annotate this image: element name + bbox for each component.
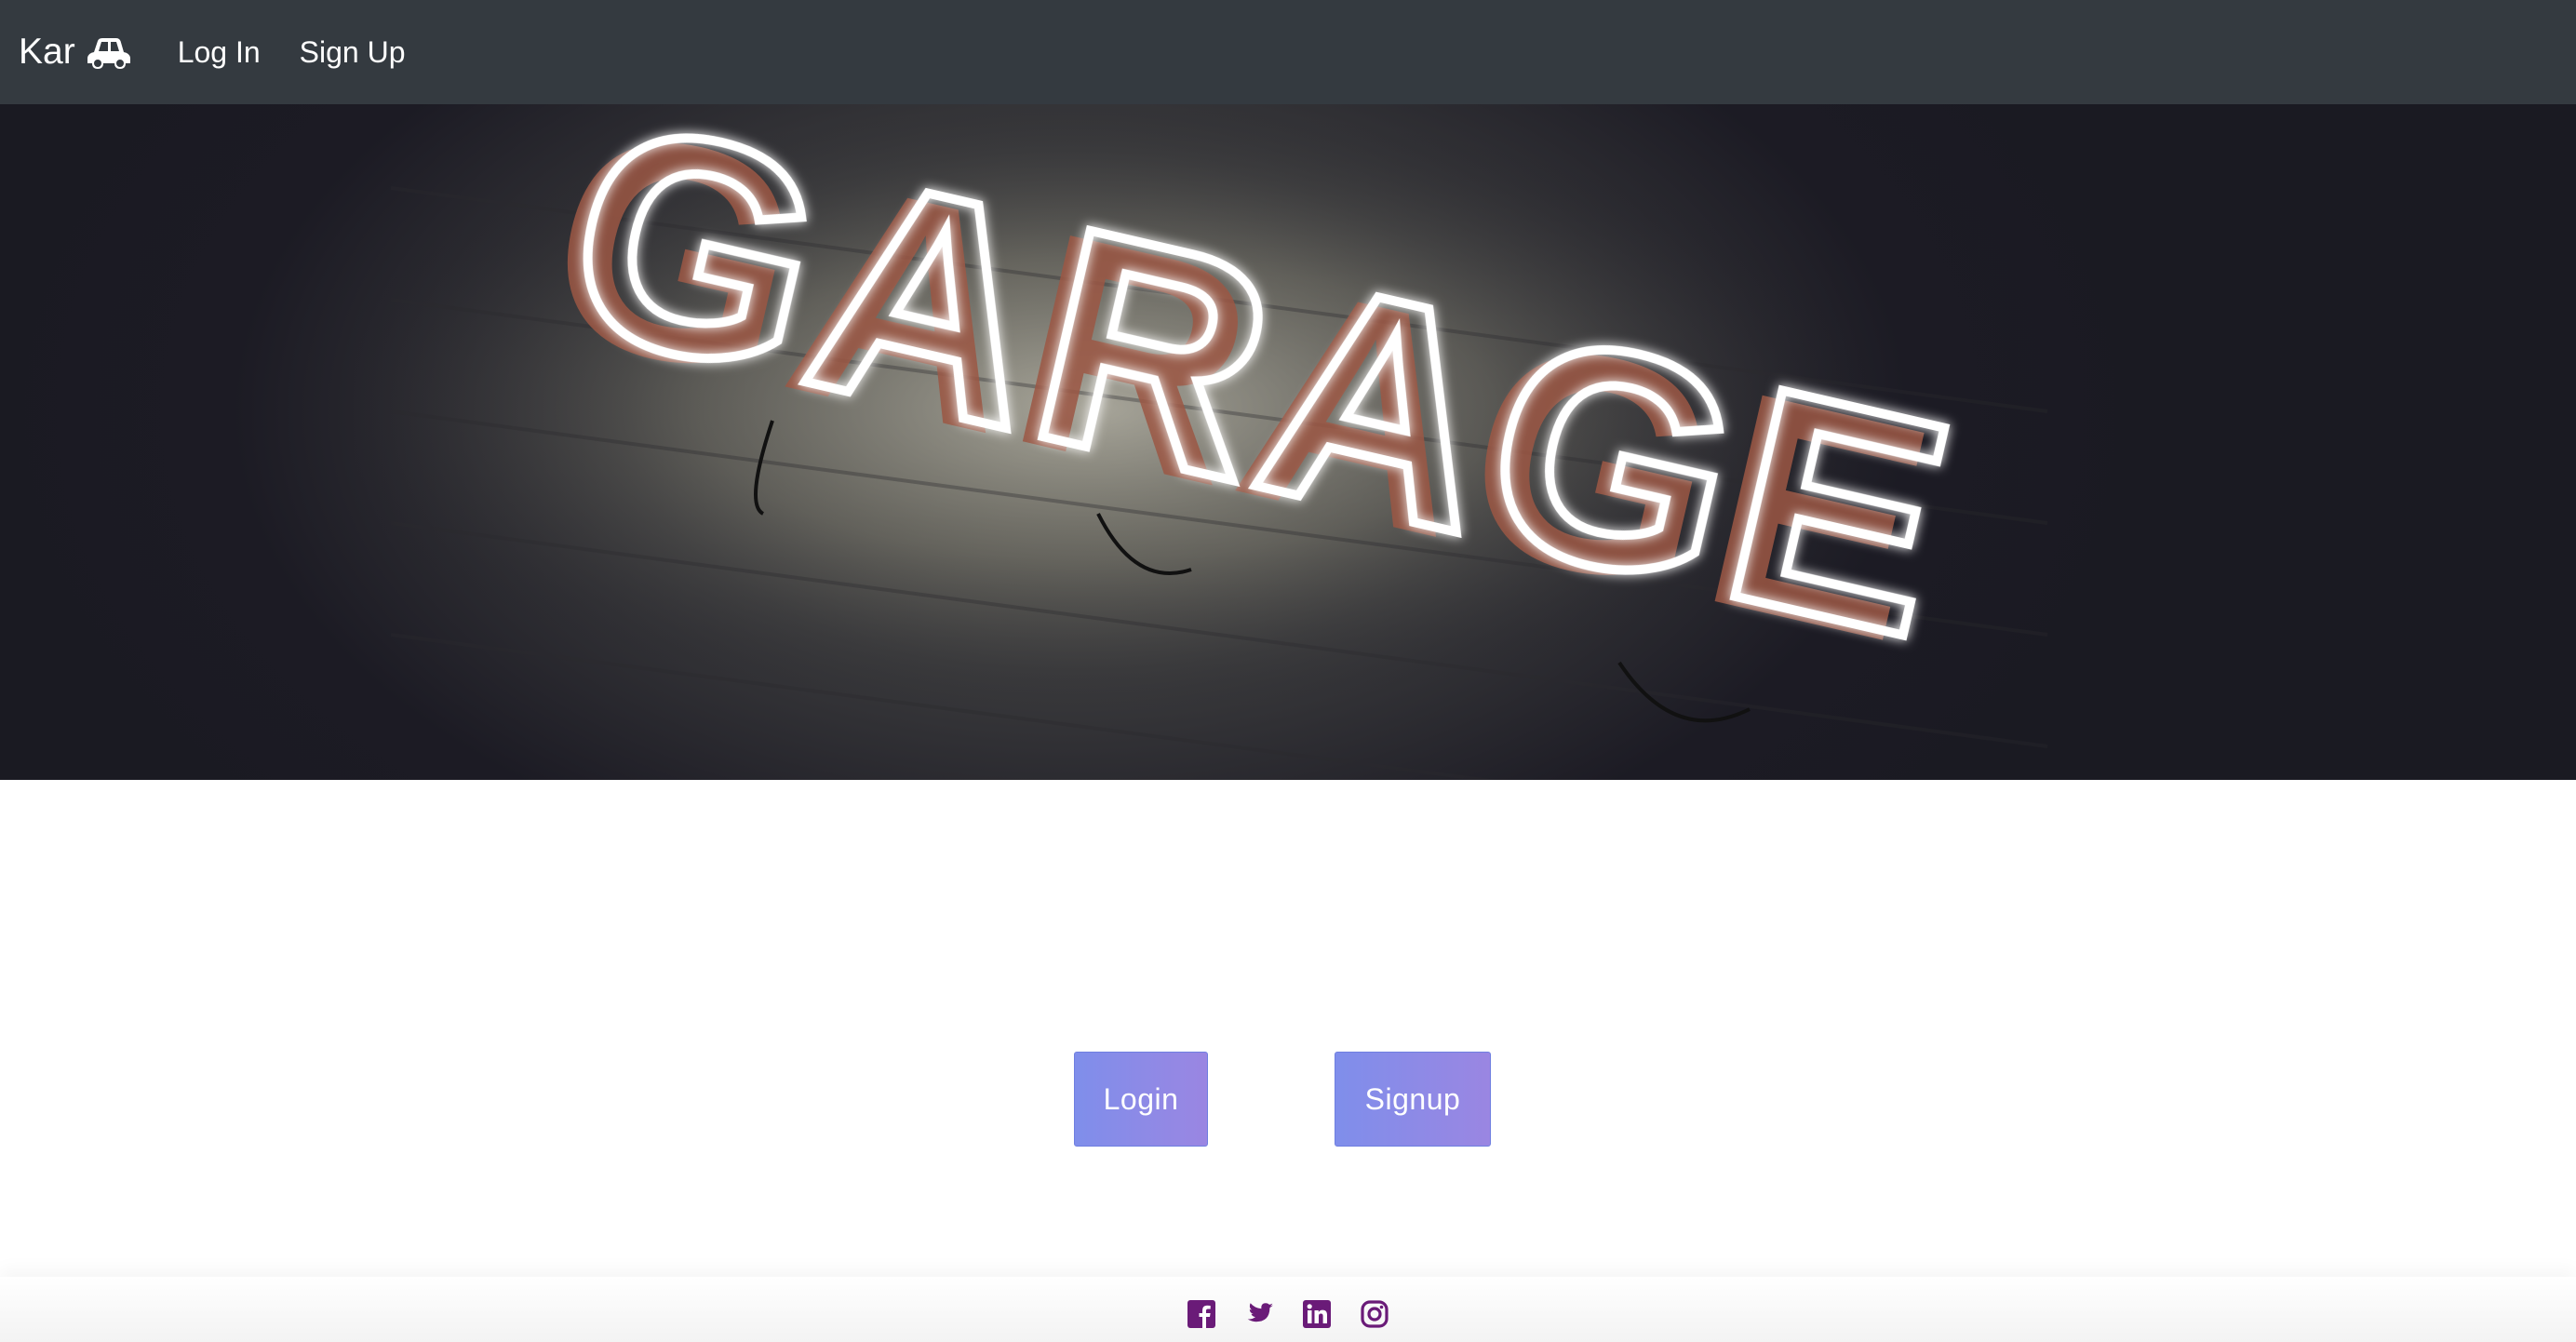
brand-link[interactable]: Kar: [19, 32, 133, 73]
linkedin-icon[interactable]: [1302, 1299, 1332, 1329]
nav-login-link[interactable]: Log In: [178, 35, 261, 70]
footer: [0, 1277, 2576, 1342]
twitter-icon[interactable]: [1244, 1299, 1274, 1329]
instagram-icon[interactable]: [1360, 1299, 1389, 1329]
facebook-icon[interactable]: [1187, 1299, 1216, 1329]
brand-name: Kar: [19, 32, 75, 72]
login-button[interactable]: Login: [1074, 1052, 1208, 1147]
top-navbar: Kar Log In Sign Up: [0, 0, 2576, 104]
car-icon: [85, 34, 133, 71]
nav-signup-link[interactable]: Sign Up: [300, 35, 406, 70]
signup-button[interactable]: Signup: [1335, 1052, 1491, 1147]
hero-banner-image: GARAGE GARAGE: [0, 104, 2576, 780]
neon-garage-sign-image: GARAGE GARAGE: [354, 104, 2122, 780]
